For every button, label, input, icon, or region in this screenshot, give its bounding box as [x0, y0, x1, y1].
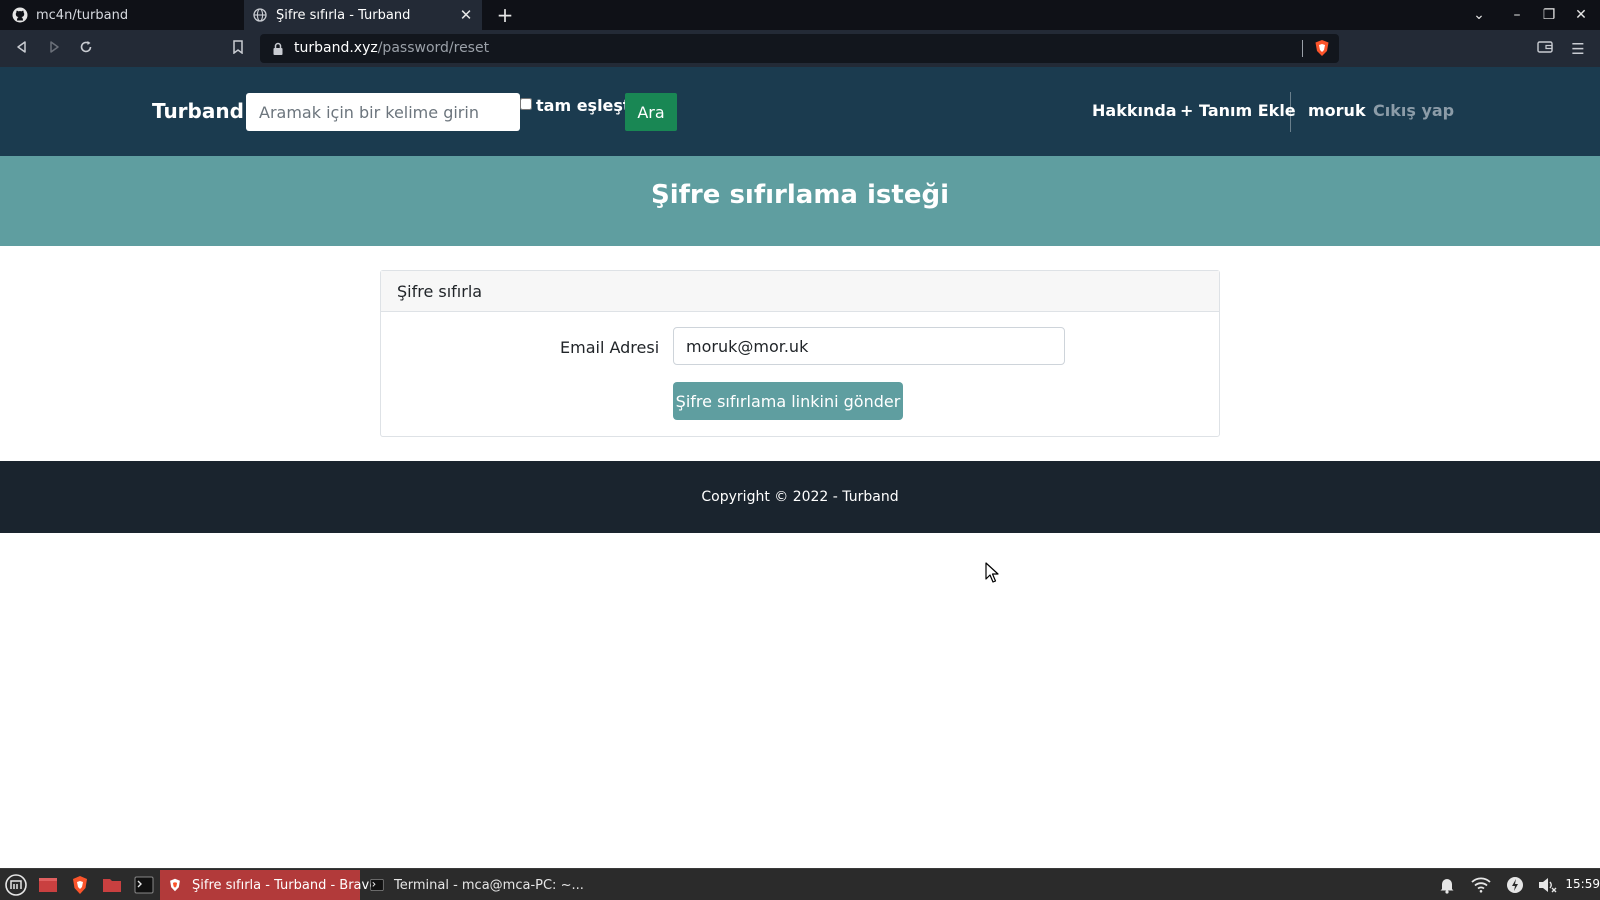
- back-icon[interactable]: [12, 39, 32, 59]
- brave-launcher-icon[interactable]: [68, 873, 92, 897]
- card-header: Şifre sıfırla: [381, 271, 1219, 312]
- taskbar-task-label: Şifre sıfırla - Turband - Brave: [192, 877, 378, 893]
- minimize-icon[interactable]: –: [1508, 6, 1526, 24]
- exact-match-label: tam eşleştir: [536, 96, 626, 115]
- power-icon[interactable]: [1504, 874, 1526, 896]
- menu-icon[interactable]: ☰: [1568, 39, 1588, 59]
- window-close-icon[interactable]: ✕: [1572, 6, 1590, 24]
- brave-shield-icon[interactable]: [1313, 39, 1331, 57]
- email-field[interactable]: [673, 327, 1065, 365]
- mouse-cursor-icon: [985, 562, 1001, 584]
- folder-icon[interactable]: [100, 873, 124, 897]
- taskbar-task-brave[interactable]: Şifre sıfırla - Turband - Brave: [160, 870, 377, 900]
- nav-username[interactable]: moruk: [1308, 101, 1366, 120]
- address-bar-divider: [1302, 40, 1303, 57]
- address-bar[interactable]: turband.xyz/password/reset: [260, 34, 1339, 63]
- nav-add-definition[interactable]: + Tanım Ekle: [1180, 101, 1296, 120]
- clock: 15:59: [1565, 877, 1600, 891]
- tab-label: Şifre sıfırla - Turband: [276, 7, 411, 23]
- show-desktop-icon[interactable]: [36, 873, 60, 897]
- volume-muted-icon[interactable]: [1536, 874, 1558, 896]
- taskbar-task-terminal[interactable]: Terminal - mca@mca-PC: ~...: [362, 870, 584, 900]
- reload-icon[interactable]: [76, 39, 96, 59]
- nav-about[interactable]: Hakkında: [1092, 101, 1177, 120]
- url-text: turband.xyz/password/reset: [294, 40, 489, 56]
- new-tab-button[interactable]: +: [494, 4, 516, 26]
- restore-icon[interactable]: ❐: [1540, 6, 1558, 24]
- search-input[interactable]: [246, 93, 520, 131]
- notification-bell-icon[interactable]: [1436, 874, 1458, 896]
- copyright-text: Copyright © 2022 - Turband: [701, 489, 899, 505]
- close-icon[interactable]: ✕: [458, 7, 474, 23]
- wallet-icon[interactable]: [1535, 39, 1555, 59]
- forward-icon[interactable]: [44, 39, 64, 59]
- url-host: turband.xyz: [294, 40, 378, 56]
- tab-label: mc4n/turband: [36, 7, 129, 23]
- exact-match-checkbox[interactable]: [520, 98, 532, 110]
- github-icon: [12, 7, 28, 23]
- nav-divider: [1290, 92, 1291, 132]
- terminal-icon: [370, 877, 384, 893]
- send-reset-link-button[interactable]: Şifre sıfırlama linkini gönder: [673, 382, 903, 420]
- nav-logout[interactable]: Cıkış yap: [1373, 101, 1454, 120]
- bookmark-icon[interactable]: [228, 39, 248, 59]
- chevron-down-icon[interactable]: ⌄: [1470, 6, 1488, 24]
- email-label: Email Adresi: [560, 338, 660, 357]
- taskbar-task-label: Terminal - mca@mca-PC: ~...: [394, 877, 584, 893]
- wifi-icon[interactable]: [1470, 874, 1492, 896]
- site-brand[interactable]: Turband: [152, 99, 244, 123]
- browser-tab-strip: mc4n/turband Şifre sıfırla - Turband ✕ +…: [0, 0, 1600, 30]
- url-path: /password/reset: [377, 40, 490, 56]
- tab-github[interactable]: mc4n/turband: [0, 0, 244, 30]
- page-title: Şifre sıfırlama isteği: [650, 180, 949, 210]
- lock-icon: [272, 41, 286, 55]
- os-taskbar: Şifre sıfırla - Turband - Brave Terminal…: [0, 868, 1600, 900]
- mint-menu-icon[interactable]: [4, 873, 28, 897]
- search-button[interactable]: Ara: [625, 93, 677, 131]
- globe-icon: [252, 7, 268, 23]
- tab-password-reset[interactable]: Şifre sıfırla - Turband ✕: [244, 0, 482, 30]
- brave-icon: [168, 877, 182, 893]
- terminal-launcher-icon[interactable]: [132, 873, 156, 897]
